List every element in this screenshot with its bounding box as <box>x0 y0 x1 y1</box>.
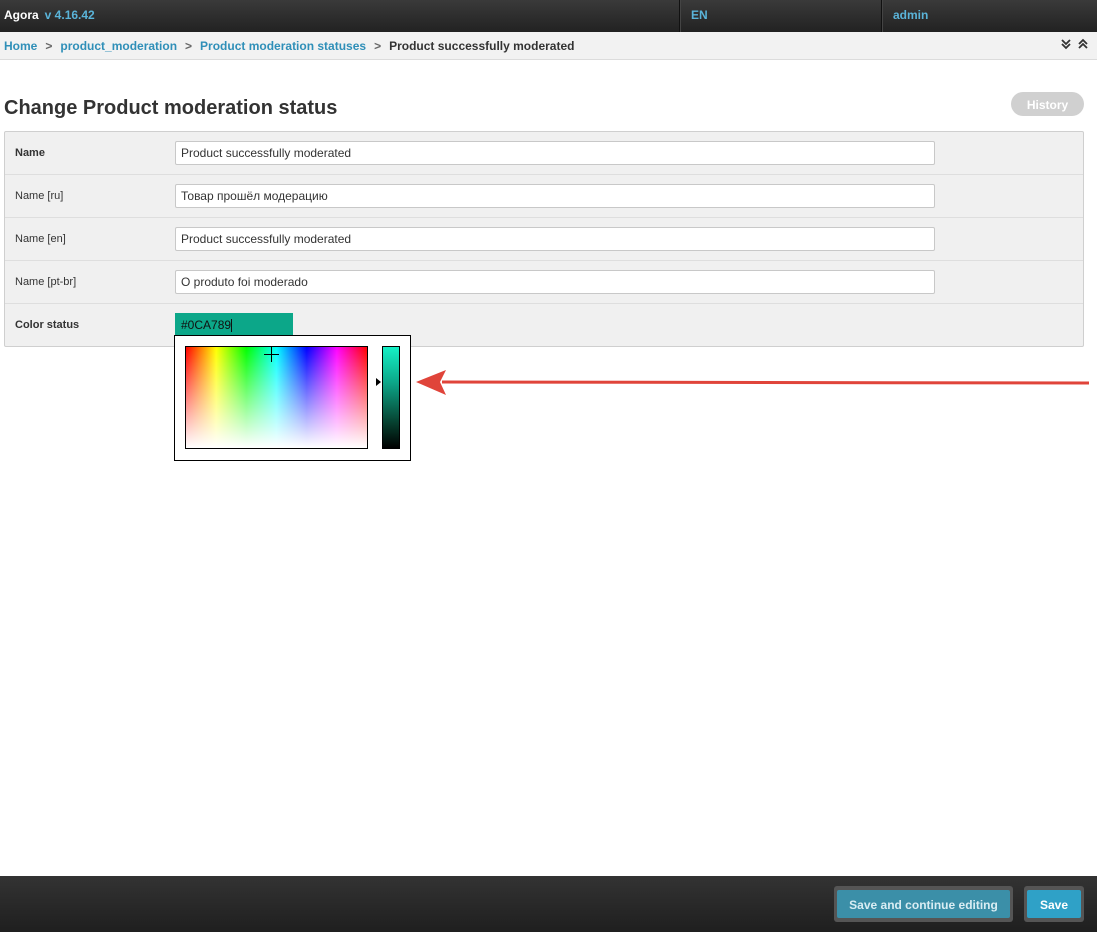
divider <box>679 0 680 32</box>
color-picker-popup <box>174 335 411 461</box>
field-label-name-pt-br: Name [pt-br] <box>15 276 77 288</box>
brand[interactable]: Agora v 4.16.42 <box>4 8 95 22</box>
brightness-slider[interactable] <box>382 346 400 449</box>
form-row-color-status: Color status #0CA789 <box>5 304 1083 346</box>
page-title: Change Product moderation status <box>4 97 338 119</box>
text-cursor <box>231 319 233 333</box>
top-bar: Agora v 4.16.42 EN admin <box>0 0 1097 32</box>
crosshair-icon[interactable] <box>264 347 279 362</box>
history-button[interactable]: History <box>1011 92 1084 116</box>
footer-bar: Save and continue editing Save <box>0 876 1097 932</box>
divider <box>881 0 882 32</box>
language-switcher[interactable]: EN <box>691 8 708 22</box>
slider-marker-icon[interactable] <box>376 378 381 386</box>
name-input[interactable] <box>175 141 935 165</box>
name-en-input[interactable] <box>175 227 935 251</box>
save-button[interactable]: Save <box>1027 890 1081 918</box>
breadcrumb-current: Product successfully moderated <box>389 39 575 53</box>
chevron-right-icon: > <box>45 39 53 53</box>
field-label-name: Name <box>15 147 45 159</box>
save-continue-wrap: Save and continue editing <box>834 886 1013 922</box>
breadcrumb: Home > product_moderation > Product moderati… <box>0 32 1097 60</box>
saturation-value-area[interactable] <box>185 346 368 449</box>
field-label-color-status: Color status <box>15 319 80 331</box>
name-ru-input[interactable] <box>175 184 935 208</box>
app-version: v 4.16.42 <box>44 8 95 22</box>
breadcrumb-home[interactable]: Home <box>4 39 37 53</box>
form-row-name-pt-br: Name [pt-br] <box>5 261 1083 304</box>
expand-all-icon[interactable] <box>1060 39 1077 53</box>
breadcrumb-statuses[interactable]: Product moderation statuses <box>200 39 366 53</box>
change-form: Name Name [ru] Name [en] Name [pt-br] Co… <box>4 131 1084 347</box>
form-row-name-ru: Name [ru] <box>5 175 1083 218</box>
app-name: Agora <box>4 8 39 22</box>
user-menu[interactable]: admin <box>893 8 928 22</box>
name-pt-br-input[interactable] <box>175 270 935 294</box>
chevron-right-icon: > <box>374 39 382 53</box>
field-label-name-en: Name [en] <box>15 233 66 245</box>
color-value: #0CA789 <box>181 318 232 332</box>
chevron-right-icon: > <box>185 39 193 53</box>
save-and-continue-button[interactable]: Save and continue editing <box>837 890 1010 918</box>
breadcrumb-product-moderation[interactable]: product_moderation <box>60 39 177 53</box>
form-row-name: Name <box>5 132 1083 175</box>
form-row-name-en: Name [en] <box>5 218 1083 261</box>
save-wrap: Save <box>1024 886 1084 922</box>
annotation-arrow-icon <box>416 370 1090 395</box>
field-label-name-ru: Name [ru] <box>15 190 64 202</box>
collapse-all-icon[interactable] <box>1077 38 1089 53</box>
color-status-input[interactable]: #0CA789 <box>175 313 293 337</box>
